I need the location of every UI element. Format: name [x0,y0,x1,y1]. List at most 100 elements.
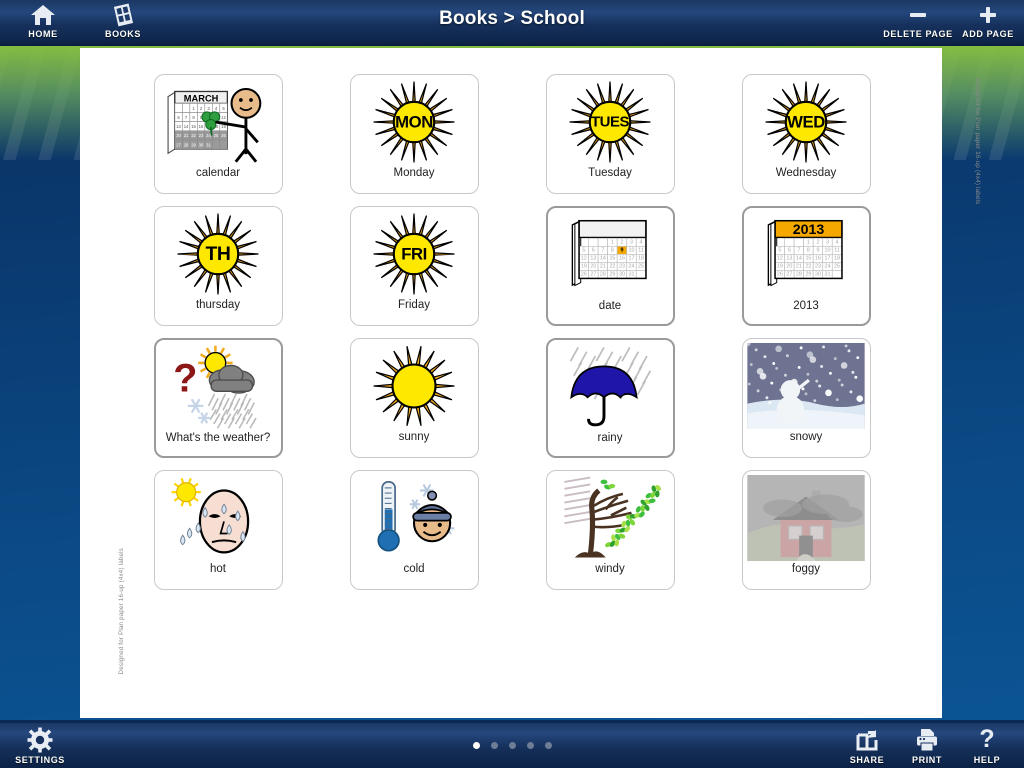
svg-text:30: 30 [619,272,625,278]
symbol-card-label: thursday [195,299,241,311]
svg-text:27: 27 [176,142,181,147]
svg-text:12: 12 [581,256,587,262]
card-grid: MARCH12345678910111213141516171819202122… [124,74,900,590]
svg-text:9: 9 [816,248,819,254]
svg-text:21: 21 [600,264,606,270]
svg-text:12: 12 [221,115,226,120]
symbol-card[interactable]: FRI Friday [349,206,479,326]
snowman-photo-icon [747,341,865,431]
svg-text:26: 26 [221,133,226,138]
symbol-card[interactable]: MARCH12345678910111213141516171819202122… [153,74,283,194]
svg-text:8: 8 [611,248,614,254]
svg-text:21: 21 [796,264,802,270]
svg-text:1: 1 [611,240,614,246]
svg-text:9: 9 [620,248,623,254]
svg-text:8: 8 [807,248,810,254]
svg-text:5: 5 [778,248,781,254]
svg-text:19: 19 [581,264,587,270]
symbol-card[interactable]: 1 2 3 4 5 6 7 8 9 10 11 12 13 14 15 16 17 18 19 20 21 22 23 24 2… [545,206,675,326]
svg-text:11: 11 [638,248,644,254]
svg-text:13: 13 [786,256,792,262]
svg-text:5: 5 [582,248,585,254]
add-page-button[interactable]: ADD PAGE [951,2,1024,44]
svg-text:19: 19 [777,264,783,270]
svg-text:3: 3 [630,240,633,246]
svg-text:FRI: FRI [401,245,427,264]
share-arrow-icon [855,726,879,753]
svg-text:27: 27 [786,272,792,278]
symbol-card-label: Friday [398,299,430,311]
delete-page-button[interactable]: DELETE PAGE [881,2,955,44]
svg-text:12: 12 [777,256,783,262]
svg-text:17: 17 [629,256,635,262]
page-dot[interactable] [490,742,498,749]
symbol-card[interactable]: WED Wednesday [741,74,871,194]
svg-text:20: 20 [786,264,792,270]
svg-text:1: 1 [807,240,810,246]
help-button[interactable]: ? HELP [950,726,1024,768]
sun-th-icon: TH [159,209,277,299]
svg-text:6: 6 [788,248,791,254]
svg-text:MON: MON [395,113,433,132]
svg-text:2013: 2013 [793,222,825,238]
svg-text:26: 26 [581,272,587,278]
svg-text:14: 14 [184,124,189,129]
svg-text:13: 13 [590,256,596,262]
svg-text:29: 29 [805,272,811,278]
symbol-card[interactable]: foggy [741,470,871,590]
svg-text:15: 15 [609,256,615,262]
svg-text:22: 22 [609,264,615,270]
page-dot[interactable] [526,742,534,749]
svg-text:29: 29 [191,142,196,147]
thermometer-cold-face-icon [355,473,473,563]
windy-tree-icon [551,473,669,563]
svg-text:18: 18 [638,256,644,262]
svg-text:16: 16 [199,124,204,129]
symbol-card[interactable]: ? What's the weather? [153,338,283,458]
svg-text:3: 3 [826,240,829,246]
svg-text:?: ? [979,727,994,753]
page-dot[interactable] [472,742,480,749]
svg-text:?: ? [173,356,197,400]
svg-text:4: 4 [836,240,839,246]
symbol-card[interactable]: windy [545,470,675,590]
svg-text:31: 31 [206,142,211,147]
symbol-card[interactable]: snowy [741,338,871,458]
svg-text:20: 20 [590,264,596,270]
svg-text:31: 31 [825,272,831,278]
add-page-label: ADD PAGE [962,29,1014,39]
svg-text:22: 22 [805,264,811,270]
symbol-card[interactable]: TUES Tuesday [545,74,675,194]
symbol-card[interactable]: cold [349,470,479,590]
symbol-card[interactable]: hot [153,470,283,590]
share-label: SHARE [849,755,885,765]
sun-fri-icon: FRI [355,209,473,299]
page-dot[interactable] [544,742,552,749]
symbol-card[interactable]: sunny [349,338,479,458]
svg-text:23: 23 [199,133,204,138]
page-title: Books > School [439,8,585,29]
symbol-card[interactable]: 2013 1 2 3 4 5 6 7 8 9 10 11 12 13 14 15 16 17 18 19 20 21 22 2… [741,206,871,326]
printer-icon [915,726,939,753]
sun-mon-icon: MON [355,77,473,167]
foggy-house-photo-icon [747,473,865,563]
svg-text:20: 20 [176,133,181,138]
svg-text:15: 15 [805,256,811,262]
symbol-card[interactable]: MON Monday [349,74,479,194]
minus-icon [905,2,931,28]
umbrella-rain-icon [551,342,669,432]
page-sheet: Designed for Plan paper 16-up (4x4) labe… [80,48,981,718]
symbol-card-label: Monday [393,167,435,179]
symbol-card-label: Tuesday [588,167,632,179]
svg-text:4: 4 [640,240,643,246]
symbol-card[interactable]: TH thursday [153,206,283,326]
svg-text:28: 28 [796,272,802,278]
svg-text:17: 17 [825,256,831,262]
sun-wed-icon: WED [747,77,865,167]
svg-text:28: 28 [600,272,606,278]
calendar-year-icon: 2013 1 2 3 4 5 6 7 8 9 10 11 12 13 14 15 16 17 18 19 20 21 22 2… [747,210,865,300]
svg-text:WED: WED [787,113,825,132]
watermark-right: Designed for Plan paper 16-up (4x4) labe… [974,78,981,205]
symbol-card[interactable]: rainy [545,338,675,458]
page-dot[interactable] [508,742,516,749]
